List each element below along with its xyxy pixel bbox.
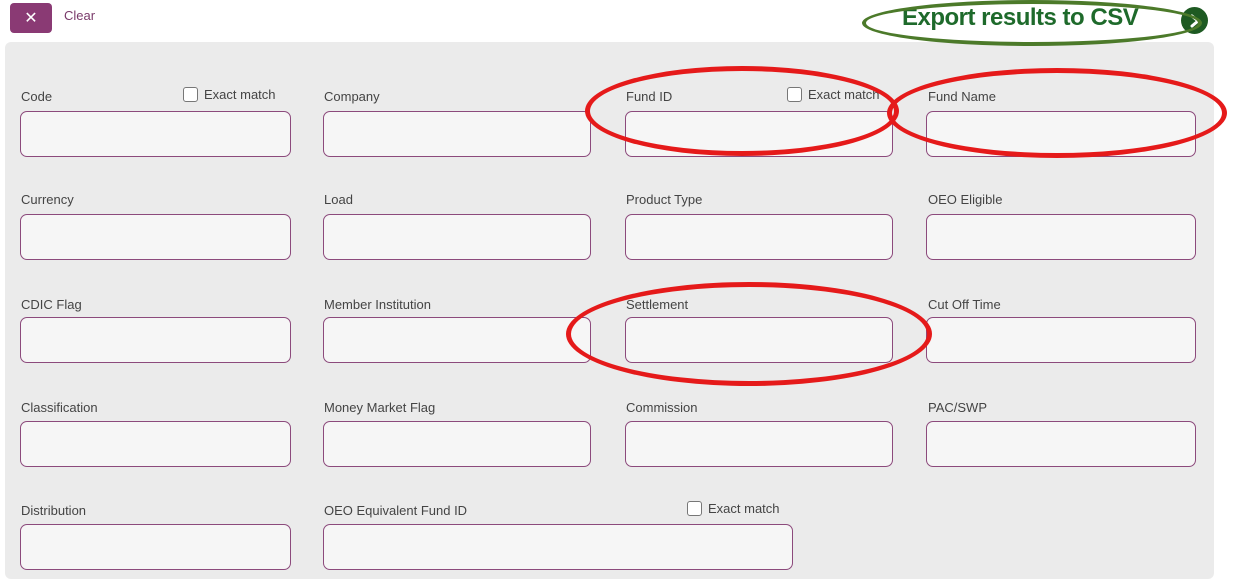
settlement-input[interactable]	[625, 317, 893, 363]
distribution-label: Distribution	[21, 503, 87, 518]
chevron-right-icon	[1190, 14, 1199, 27]
oeo-eligible-input[interactable]	[926, 214, 1196, 260]
arrow-right-circle-icon[interactable]	[1181, 7, 1208, 34]
oeo-equiv-exact-match[interactable]: Exact match	[687, 501, 780, 516]
product-type-label: Product Type	[626, 192, 703, 207]
cdic-flag-input[interactable]	[20, 317, 291, 363]
oeo-equiv-exact-checkbox[interactable]	[687, 501, 702, 516]
fund-id-label: Fund ID	[626, 89, 673, 104]
code-input[interactable]	[20, 111, 291, 157]
company-input[interactable]	[323, 111, 591, 157]
pac-swp-label: PAC/SWP	[928, 400, 987, 415]
cdic-flag-label: CDIC Flag	[21, 297, 82, 312]
cut-off-time-input[interactable]	[926, 317, 1196, 363]
money-market-flag-label: Money Market Flag	[324, 400, 436, 415]
member-institution-input[interactable]	[323, 317, 591, 363]
code-exact-match[interactable]: Exact match	[183, 87, 276, 102]
currency-input[interactable]	[20, 214, 291, 260]
load-input[interactable]	[323, 214, 591, 260]
oeo-equivalent-fund-id-input[interactable]	[323, 524, 793, 570]
clear-button[interactable]: ✕	[10, 3, 52, 33]
cut-off-time-label: Cut Off Time	[928, 297, 1001, 312]
oeo-eligible-label: OEO Eligible	[928, 192, 1003, 207]
clear-link[interactable]: Clear	[64, 8, 95, 23]
classification-label: Classification	[21, 400, 98, 415]
load-label: Load	[324, 192, 353, 207]
export-csv-link[interactable]: Export results to CSV	[902, 4, 1139, 32]
product-type-input[interactable]	[625, 214, 893, 260]
member-institution-label: Member Institution	[324, 297, 431, 312]
commission-input[interactable]	[625, 421, 893, 467]
commission-label: Commission	[626, 400, 698, 415]
fund-name-label: Fund Name	[928, 89, 996, 104]
settlement-label: Settlement	[626, 297, 689, 312]
code-label: Code	[21, 89, 53, 104]
code-exact-checkbox[interactable]	[183, 87, 198, 102]
fund-id-exact-label: Exact match	[808, 87, 880, 102]
fund-id-exact-checkbox[interactable]	[787, 87, 802, 102]
distribution-input[interactable]	[20, 524, 291, 570]
pac-swp-input[interactable]	[926, 421, 1196, 467]
oeo-equiv-exact-label: Exact match	[708, 501, 780, 516]
currency-label: Currency	[21, 192, 74, 207]
fund-id-exact-match[interactable]: Exact match	[787, 87, 880, 102]
close-icon: ✕	[24, 10, 38, 27]
fund-name-input[interactable]	[926, 111, 1196, 157]
code-exact-label: Exact match	[204, 87, 276, 102]
money-market-flag-input[interactable]	[323, 421, 591, 467]
classification-input[interactable]	[20, 421, 291, 467]
page: ✕ Clear Export results to CSV Code Exact…	[0, 0, 1233, 579]
company-label: Company	[324, 89, 380, 104]
fund-id-input[interactable]	[625, 111, 893, 157]
oeo-equivalent-fund-id-label: OEO Equivalent Fund ID	[324, 503, 468, 518]
